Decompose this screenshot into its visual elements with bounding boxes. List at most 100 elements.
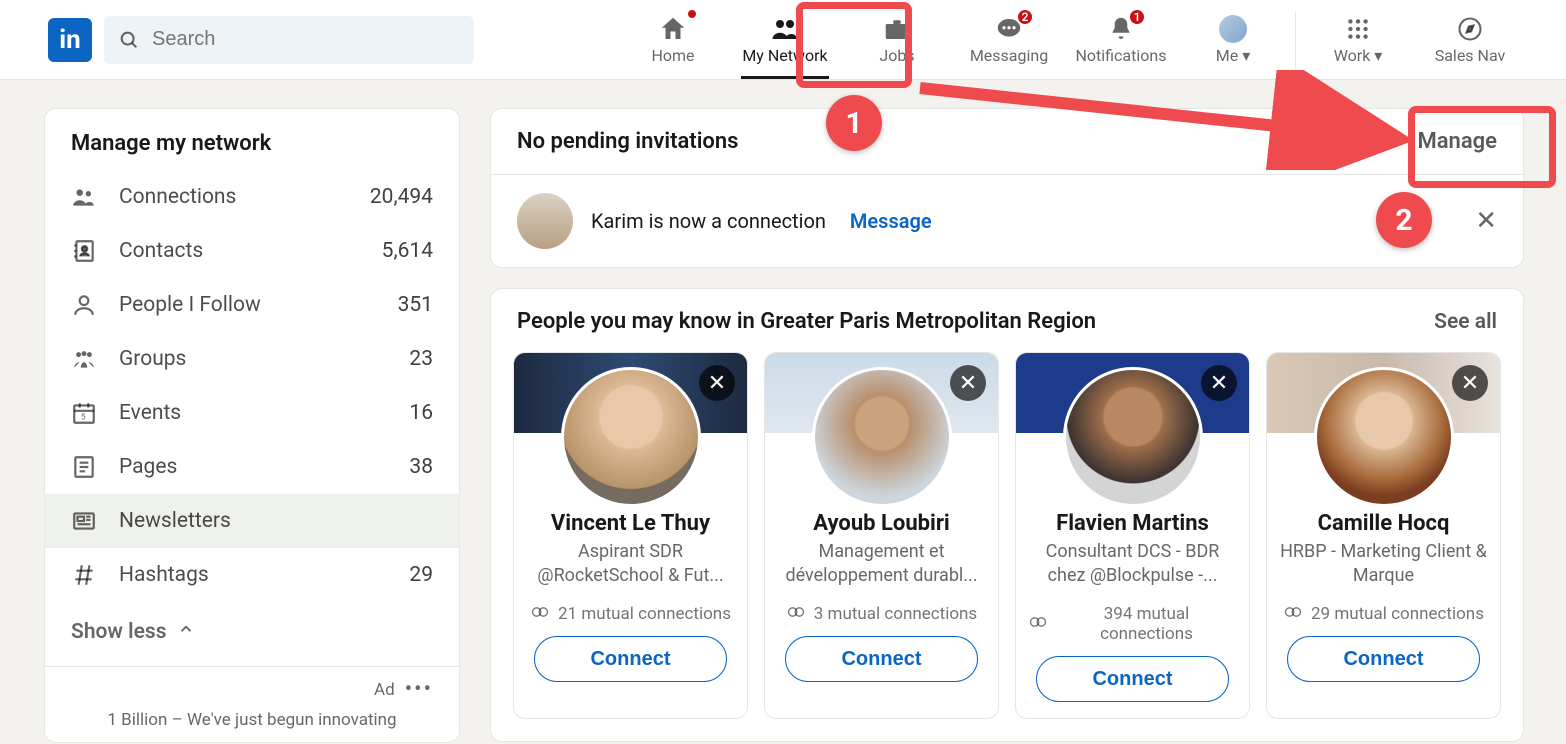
hashtag-icon [71,562,97,588]
sidebar-item-label: Newsletters [119,509,231,533]
calendar-icon: 5 [71,400,97,426]
nav-sales-nav[interactable]: Sales Nav [1414,0,1526,79]
person-name[interactable]: Vincent Le Thuy [526,511,735,536]
sidebar-item-count: 23 [409,347,433,371]
sidebar-item-label: Events [119,401,181,425]
invitations-header: No pending invitations [517,129,738,154]
groups-icon [71,346,97,372]
nav-notifications[interactable]: 1 Notifications [1065,0,1177,79]
nav-jobs[interactable]: Jobs [841,0,953,79]
search-box[interactable] [104,16,474,64]
address-book-icon [71,238,97,264]
nav-me[interactable]: Me ▾ [1177,0,1289,79]
grid-icon [1345,14,1371,44]
briefcase-icon [882,14,912,44]
nav-label: Me ▾ [1216,46,1250,65]
person-avatar[interactable] [1063,367,1203,507]
connection-avatar[interactable] [517,193,573,249]
person-name[interactable]: Ayoub Loubiri [777,511,986,536]
nav-home[interactable]: Home [617,0,729,79]
sidebar-item-newsletters[interactable]: Newsletters [45,494,459,548]
sidebar-item-count: 20,494 [370,185,433,209]
sidebar-item-count: 29 [409,563,433,587]
mutual-icon [530,604,550,624]
manage-invitations-link[interactable]: Manage [1417,129,1497,154]
nav-label: My Network [742,46,827,65]
person-name[interactable]: Flavien Martins [1028,511,1237,536]
svg-text:5: 5 [81,413,86,423]
person-name[interactable]: Camille Hocq [1279,511,1488,536]
person-headline: HRBP - Marketing Client & Marque [1279,540,1488,590]
sidebar-item-count: 5,614 [382,239,433,263]
nav-my-network[interactable]: My Network [729,0,841,79]
sidebar-item-events[interactable]: 5 Events 16 [45,386,459,440]
avatar-icon [1219,14,1247,44]
connect-button[interactable]: Connect [1036,656,1228,702]
sidebar-item-count: 351 [398,293,433,317]
newsletter-icon [71,508,97,534]
ad-options-icon[interactable]: ••• [405,677,433,702]
connect-button[interactable]: Connect [1287,636,1479,682]
sidebar-item-contacts[interactable]: Contacts 5,614 [45,224,459,278]
notifications-badge: 1 [1128,8,1146,26]
person-avatar[interactable] [561,367,701,507]
invitations-card: No pending invitations Manage Karim is n… [490,108,1524,268]
linkedin-logo[interactable]: in [48,18,92,62]
mutual-text: 21 mutual connections [558,604,731,624]
connect-button[interactable]: Connect [534,636,726,682]
ad-text: 1 Billion – We've just begun innovating [45,710,459,742]
nav-label: Messaging [970,46,1048,65]
sidebar-item-label: Connections [119,185,236,209]
mutual-icon [1028,614,1048,634]
nav-messaging[interactable]: 2 Messaging [953,0,1065,79]
home-icon [658,14,688,44]
chevron-up-icon [177,620,195,644]
sidebar-item-pages[interactable]: Pages 38 [45,440,459,494]
nav-divider [1295,12,1296,68]
messaging-badge: 2 [1016,8,1034,26]
person-headline: Management et développement durabl... [777,540,986,590]
mutual-text: 29 mutual connections [1311,604,1484,624]
sidebar-item-groups[interactable]: Groups 23 [45,332,459,386]
mutual-icon [786,604,806,624]
sidebar-item-people-follow[interactable]: People I Follow 351 [45,278,459,332]
dismiss-person-icon[interactable]: ✕ [1201,365,1237,401]
search-input[interactable] [152,28,460,51]
see-all-link[interactable]: See all [1434,310,1497,334]
sidebar-item-connections[interactable]: Connections 20,494 [45,170,459,224]
show-less-toggle[interactable]: Show less [45,602,459,666]
pymk-header: People you may know in Greater Paris Met… [517,309,1096,334]
home-badge-dot [686,8,698,20]
connect-button[interactable]: Connect [785,636,977,682]
message-link[interactable]: Message [850,209,932,233]
sidebar-title: Manage my network [45,109,459,170]
dismiss-person-icon[interactable]: ✕ [1452,365,1488,401]
dismiss-person-icon[interactable]: ✕ [699,365,735,401]
bell-icon: 1 [1106,14,1136,44]
sidebar-item-label: Contacts [119,239,203,263]
nav-label: Sales Nav [1435,46,1506,65]
nav-label: Jobs [879,46,914,65]
compass-icon [1456,14,1484,44]
sidebar-item-label: Groups [119,347,186,371]
nav-label: Work ▾ [1334,46,1383,65]
person-card: ✕ Vincent Le Thuy Aspirant SDR @RocketSc… [513,352,748,719]
person-headline: Consultant DCS - BDR chez @Blockpulse -.… [1028,540,1237,590]
mutual-text: 394 mutual connections [1056,604,1237,644]
dismiss-notification-icon[interactable]: ✕ [1475,206,1497,236]
search-icon [118,29,140,51]
dismiss-person-icon[interactable]: ✕ [950,365,986,401]
nav-label: Home [651,46,694,65]
ad-header: Ad ••• [45,667,459,710]
sidebar-item-label: Pages [119,455,177,479]
nav-work[interactable]: Work ▾ [1302,0,1414,79]
people-icon [770,14,800,44]
sidebar-item-count: 16 [409,401,433,425]
top-nav: in Home My Network Jobs [0,0,1566,80]
sidebar-item-count: 38 [409,455,433,479]
person-avatar[interactable] [1314,367,1454,507]
person-avatar[interactable] [812,367,952,507]
ad-label: Ad [374,680,395,700]
connection-status-text: Karim is now a connection [591,209,826,233]
sidebar-item-hashtags[interactable]: Hashtags 29 [45,548,459,602]
